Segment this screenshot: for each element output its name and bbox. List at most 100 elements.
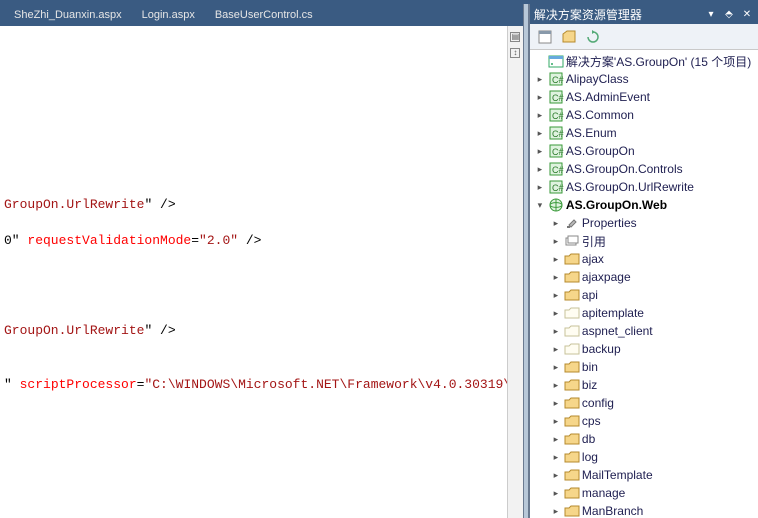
expand-icon[interactable]: ▸	[550, 434, 562, 445]
pin-icon[interactable]: ⬘	[722, 7, 736, 21]
show-all-button[interactable]	[560, 28, 578, 46]
expand-icon[interactable]: ▸	[550, 290, 562, 301]
tree-item-label: Properties	[582, 216, 637, 230]
collapse-icon[interactable]: ▾	[534, 200, 546, 211]
split-icon: ▤	[510, 32, 520, 42]
expand-icon[interactable]: ▸	[534, 164, 546, 175]
tree-item-label: AS.GroupOn.Web	[566, 198, 667, 212]
tree-item[interactable]: ▾ AS.GroupOn.Web	[532, 196, 758, 214]
tree-item[interactable]: 解决方案'AS.GroupOn' (15 个项目)	[532, 52, 758, 70]
expand-icon[interactable]: ▸	[534, 128, 546, 139]
expand-icon[interactable]: ▸	[550, 380, 562, 391]
solution-toolbar	[530, 24, 758, 50]
tree-item-label: ajaxpage	[582, 270, 631, 284]
tree-item[interactable]: ▸ ajaxpage	[532, 268, 758, 286]
expand-icon[interactable]: ▸	[550, 506, 562, 517]
tree-item[interactable]: ▸ManBranch	[532, 502, 758, 518]
svg-text:C#: C#	[552, 183, 564, 193]
expand-icon[interactable]: ▸	[550, 236, 562, 247]
proj-icon: C#	[548, 125, 564, 141]
tree-item[interactable]: ▸C#AS.GroupOn.Controls	[532, 160, 758, 178]
ref-icon	[564, 233, 580, 249]
svg-text:C#: C#	[552, 165, 564, 175]
expand-icon[interactable]: ▸	[534, 146, 546, 157]
tree-item[interactable]: ▸aspnet_client	[532, 322, 758, 340]
tree-item-label: db	[582, 432, 595, 446]
expand-icon[interactable]: ▸	[534, 110, 546, 121]
tree-item[interactable]: ▸C#AS.GroupOn.UrlRewrite	[532, 178, 758, 196]
expand-icon[interactable]: ▸	[550, 254, 562, 265]
tab-file[interactable]: BaseUserControl.cs	[205, 6, 323, 25]
proj-icon: C#	[548, 71, 564, 87]
folder-light-icon	[564, 305, 580, 321]
properties-button[interactable]	[536, 28, 554, 46]
tree-item[interactable]: ▸C#AS.GroupOn	[532, 142, 758, 160]
tree-item[interactable]: ▸ Properties	[532, 214, 758, 232]
expand-icon[interactable]: ▸	[550, 470, 562, 481]
tree-item-label: 解决方案'AS.GroupOn' (15 个项目)	[566, 53, 751, 70]
tree-item[interactable]: ▸ apitemplate	[532, 304, 758, 322]
tree-item[interactable]: ▸ api	[532, 286, 758, 304]
solution-tree[interactable]: 解决方案'AS.GroupOn' (15 个项目)▸C#AlipayClass▸…	[530, 50, 758, 518]
svg-text:C#: C#	[552, 75, 564, 85]
expand-icon[interactable]: ▸	[534, 92, 546, 103]
proj-icon: C#	[548, 143, 564, 159]
tree-item-label: MailTemplate	[582, 468, 653, 482]
panel-titlebar[interactable]: 解决方案资源管理器 ▾ ⬘ ✕	[530, 4, 758, 24]
tree-item[interactable]: ▸ 引用	[532, 232, 758, 250]
expand-icon[interactable]: ▸	[550, 416, 562, 427]
proj-icon: C#	[548, 161, 564, 177]
close-icon[interactable]: ✕	[740, 7, 754, 21]
tree-item-label: api	[582, 288, 598, 302]
refresh-button[interactable]	[584, 28, 602, 46]
code-editor[interactable]: GroupOn.UrlRewrite" />0" requestValidati…	[0, 26, 523, 518]
editor-tabs: SheZhi_Duanxin.aspx Login.aspx BaseUserC…	[0, 4, 523, 26]
editor-pane: SheZhi_Duanxin.aspx Login.aspx BaseUserC…	[0, 4, 523, 518]
tree-item-label: 引用	[582, 233, 606, 250]
folder-icon	[564, 449, 580, 465]
tree-item-label: AS.AdminEvent	[566, 90, 650, 104]
expand-icon[interactable]: ▸	[550, 326, 562, 337]
folder-light-icon	[564, 341, 580, 357]
tree-item[interactable]: ▸ MailTemplate	[532, 466, 758, 484]
expand-icon[interactable]: ▸	[534, 182, 546, 193]
dropdown-icon[interactable]: ▾	[704, 7, 718, 21]
tree-item[interactable]: ▸ajax	[532, 250, 758, 268]
tree-item[interactable]: ▸C#AlipayClass	[532, 70, 758, 88]
folder-icon	[564, 413, 580, 429]
solution-explorer-panel: 解决方案资源管理器 ▾ ⬘ ✕ 解决方案'AS.GroupOn' (15 个项目…	[529, 4, 758, 518]
expand-icon[interactable]: ▸	[550, 398, 562, 409]
tree-item[interactable]: ▸manage	[532, 484, 758, 502]
tab-file[interactable]: SheZhi_Duanxin.aspx	[4, 6, 132, 25]
tree-item[interactable]: ▸config	[532, 394, 758, 412]
expand-icon: ↕	[510, 48, 520, 58]
expand-icon[interactable]: ▸	[550, 452, 562, 463]
sol-icon	[548, 53, 564, 69]
expand-icon[interactable]: ▸	[550, 272, 562, 283]
tree-item-label: backup	[582, 342, 621, 356]
proj-icon: C#	[548, 179, 564, 195]
editor-split-gutter[interactable]: ▤ ↕	[507, 26, 523, 518]
tree-item[interactable]: ▸C#AS.AdminEvent	[532, 88, 758, 106]
tree-item-label: apitemplate	[582, 306, 644, 320]
tree-item[interactable]: ▸bin	[532, 358, 758, 376]
tree-item[interactable]: ▸C#AS.Common	[532, 106, 758, 124]
expand-icon[interactable]: ▸	[550, 362, 562, 373]
expand-icon[interactable]: ▸	[550, 308, 562, 319]
tree-item[interactable]: ▸ C#AS.Enum	[532, 124, 758, 142]
tree-item[interactable]: ▸ db	[532, 430, 758, 448]
expand-icon[interactable]: ▸	[550, 344, 562, 355]
expand-icon[interactable]: ▸	[534, 74, 546, 85]
tree-item[interactable]: ▸biz	[532, 376, 758, 394]
folder-icon	[564, 251, 580, 267]
svg-text:C#: C#	[552, 129, 564, 139]
folder-icon	[564, 269, 580, 285]
tree-item[interactable]: ▸log	[532, 448, 758, 466]
folder-icon	[564, 395, 580, 411]
tree-item[interactable]: ▸cps	[532, 412, 758, 430]
tree-item[interactable]: ▸ backup	[532, 340, 758, 358]
expand-icon[interactable]: ▸	[550, 488, 562, 499]
tab-file[interactable]: Login.aspx	[132, 6, 205, 25]
tree-item-label: AS.Enum	[566, 126, 617, 140]
expand-icon[interactable]: ▸	[550, 218, 562, 229]
